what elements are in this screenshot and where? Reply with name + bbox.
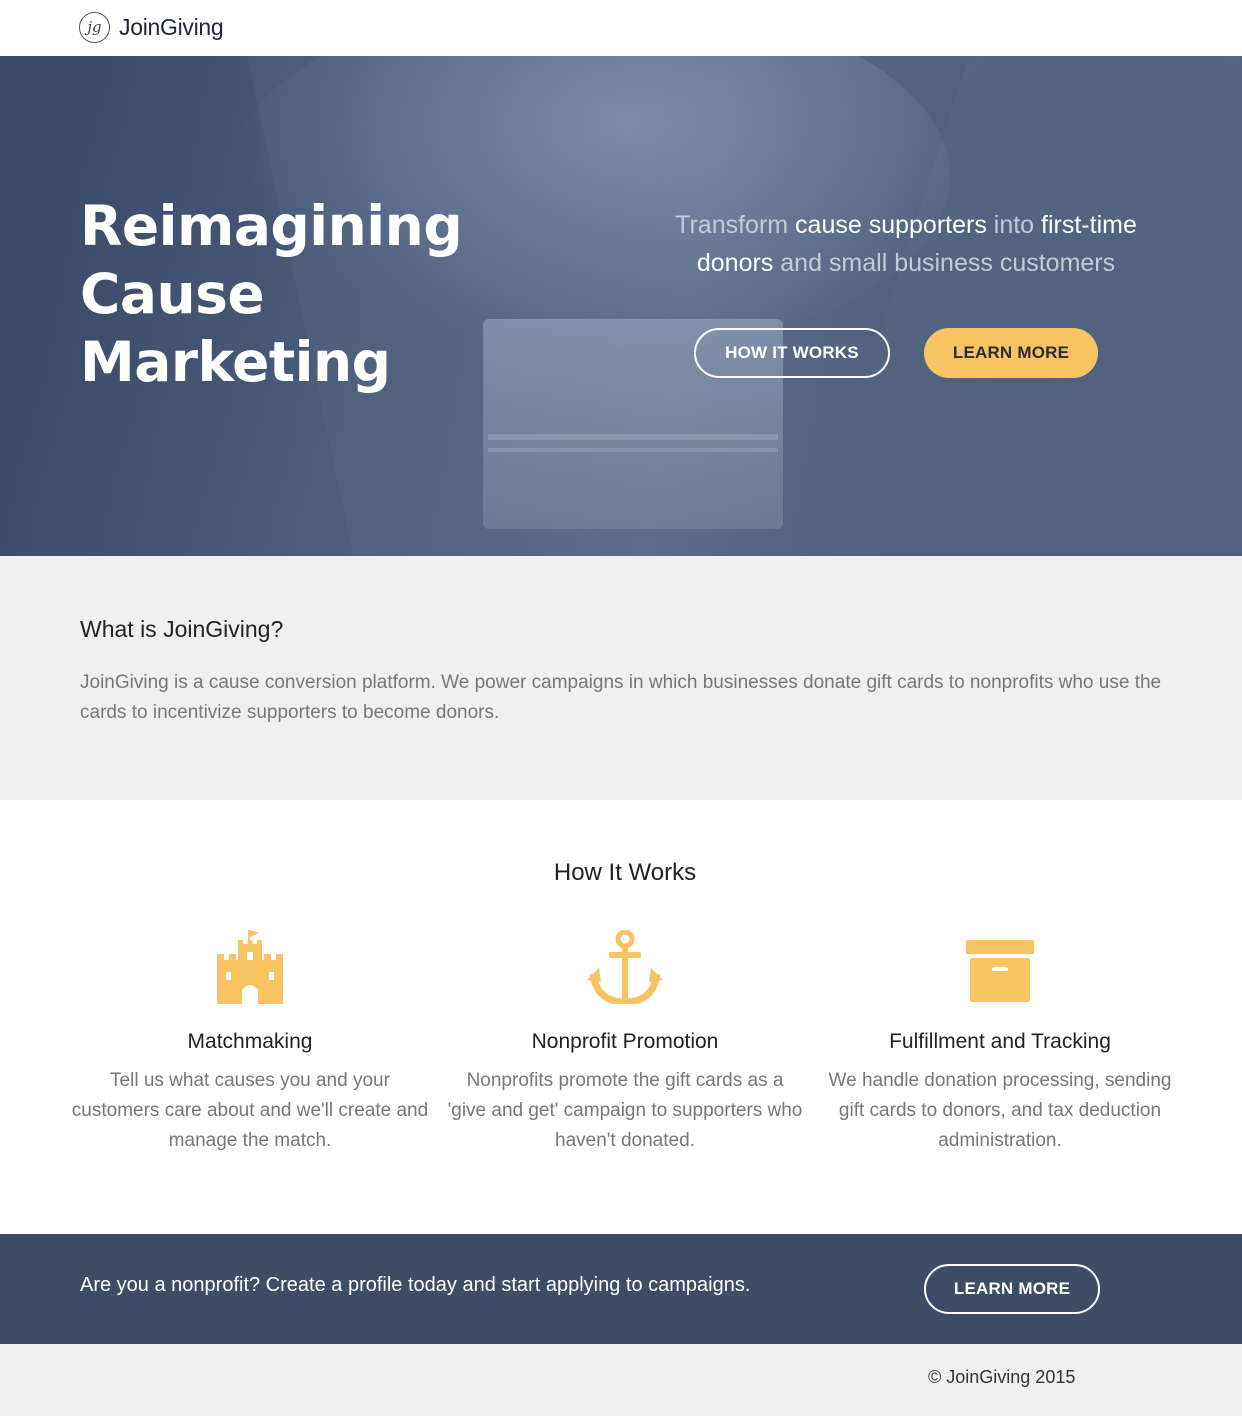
brand-name-bold: Giving bbox=[160, 13, 224, 40]
hero-title: Reimagining Cause Marketing bbox=[80, 192, 600, 396]
feature-description: Nonprofits promote the gift cards as a '… bbox=[447, 1070, 803, 1151]
archive-box-icon bbox=[820, 928, 1180, 1004]
feature-matchmaking: Matchmaking Tell us what causes you and … bbox=[70, 928, 430, 1156]
how-it-works-section: How It Works Matchmaking Tell us what ca… bbox=[0, 800, 1242, 1234]
what-is-heading: What is JoinGiving? bbox=[80, 616, 284, 642]
feature-description: Tell us what causes you and your custome… bbox=[71, 1070, 429, 1151]
hero-bg-badge-stripe bbox=[488, 448, 778, 452]
hero-bg-badge-stripe bbox=[488, 434, 778, 440]
tagline-part: into bbox=[986, 211, 1042, 239]
what-is-description: JoinGiving is a cause conversion platfor… bbox=[80, 672, 1162, 723]
tagline-part: Transform bbox=[675, 211, 796, 239]
hero-title-line: Marketing bbox=[80, 330, 391, 394]
copyright-text: © JoinGiving 2015 bbox=[928, 1367, 1076, 1387]
tagline-highlight: cause supporters bbox=[795, 211, 987, 239]
feature-fulfillment-tracking: Fulfillment and Tracking We handle donat… bbox=[820, 928, 1180, 1156]
feature-title: Fulfillment and Tracking bbox=[889, 1030, 1111, 1053]
hero-title-line: Reimagining bbox=[80, 194, 463, 258]
learn-more-button[interactable]: LEARN MORE bbox=[924, 328, 1098, 378]
footer: © JoinGiving 2015 bbox=[0, 1344, 1242, 1416]
hero-section: Reimagining Cause Marketing Transform ca… bbox=[0, 56, 1242, 556]
how-it-works-button[interactable]: HOW IT WORKS bbox=[694, 328, 890, 378]
cta-learn-more-button[interactable]: LEARN MORE bbox=[924, 1264, 1100, 1314]
logo-mark-icon: jg bbox=[79, 11, 110, 43]
feature-description: We handle donation processing, sending g… bbox=[828, 1070, 1172, 1151]
brand-name: JoinGiving bbox=[119, 13, 224, 41]
how-it-works-heading: How It Works bbox=[553, 859, 697, 886]
nonprofit-cta-band: Are you a nonprofit? Create a profile to… bbox=[0, 1234, 1242, 1344]
anchor-icon bbox=[445, 928, 805, 1004]
top-navbar: jg JoinGiving bbox=[0, 0, 1242, 56]
hero-tagline: Transform cause supporters into first-ti… bbox=[650, 206, 1162, 282]
brand-logo[interactable]: jg JoinGiving bbox=[79, 10, 224, 44]
hero-title-line: Cause bbox=[80, 262, 265, 326]
brand-name-light: Join bbox=[119, 13, 160, 40]
what-is-section: What is JoinGiving? JoinGiving is a caus… bbox=[0, 556, 1242, 800]
feature-title: Nonprofit Promotion bbox=[531, 1030, 719, 1053]
castle-icon bbox=[70, 928, 430, 1004]
feature-title: Matchmaking bbox=[187, 1030, 313, 1053]
tagline-part: and small business customers bbox=[773, 249, 1116, 277]
feature-nonprofit-promotion: Nonprofit Promotion Nonprofits promote t… bbox=[445, 928, 805, 1156]
cta-text: Are you a nonprofit? Create a profile to… bbox=[80, 1274, 751, 1296]
